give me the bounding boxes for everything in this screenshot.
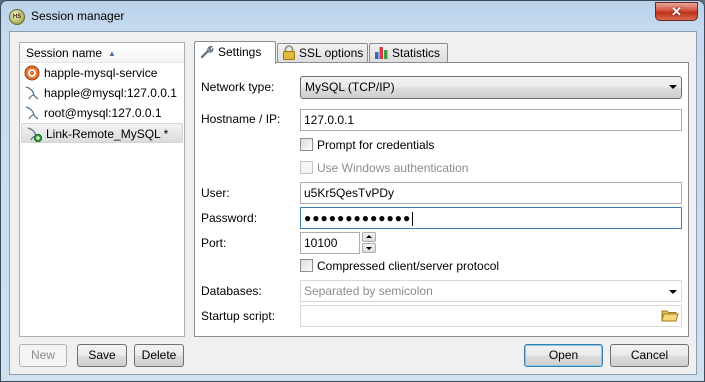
session-manager-window: HS Session manager ✕ Session name ▲ happl…: [0, 0, 705, 382]
mysql-dolphin-new-icon: [26, 126, 43, 142]
checkbox-box: [300, 138, 313, 152]
session-list-header[interactable]: Session name ▲: [20, 43, 184, 63]
startup-script-label: Startup script:: [201, 309, 276, 323]
settings-panel: Network type: MySQL (TCP/IP) Hostname / …: [194, 62, 689, 337]
session-item[interactable]: root@mysql:127.0.0.1: [20, 103, 184, 123]
dialog-client-area: Session name ▲ happle-mysql-service happl…: [9, 31, 697, 375]
open-button[interactable]: Open: [524, 344, 603, 367]
title-bar[interactable]: HS Session manager ✕: [1, 1, 704, 32]
hostname-input[interactable]: 127.0.0.1: [300, 109, 682, 131]
port-label: Port:: [201, 236, 227, 250]
compressed-protocol-checkbox[interactable]: Compressed client/server protocol: [300, 258, 499, 274]
window-title: Session manager: [31, 9, 125, 23]
tab-statistics-label: Statistics: [392, 46, 441, 60]
wrench-icon: [200, 45, 214, 59]
close-button[interactable]: ✕: [655, 2, 698, 21]
compressed-protocol-label: Compressed client/server protocol: [317, 259, 500, 273]
chevron-down-icon[interactable]: [669, 290, 677, 294]
prompt-credentials-checkbox[interactable]: Prompt for credentials: [300, 137, 434, 153]
lock-icon: [283, 45, 295, 61]
app-icon: HS: [9, 9, 25, 25]
tab-statistics[interactable]: Statistics: [369, 43, 448, 63]
session-list[interactable]: Session name ▲ happle-mysql-service happl…: [19, 42, 185, 337]
password-label: Password:: [201, 211, 258, 225]
folder-open-icon[interactable]: [661, 308, 679, 323]
session-item-label: root@mysql:127.0.0.1: [44, 106, 162, 120]
hostname-label: Hostname / IP:: [201, 112, 281, 126]
session-item[interactable]: happle@mysql:127.0.0.1: [20, 83, 184, 103]
chevron-down-icon: [669, 85, 677, 89]
windows-auth-checkbox[interactable]: Use Windows authentication: [300, 160, 468, 176]
port-input[interactable]: 10100: [300, 232, 360, 254]
session-item-label: happle-mysql-service: [44, 66, 158, 80]
user-label: User:: [201, 186, 230, 200]
close-icon: ✕: [671, 4, 682, 19]
network-type-select[interactable]: MySQL (TCP/IP): [300, 76, 682, 99]
databases-placeholder: Separated by semicolon: [304, 284, 433, 298]
windows-auth-label: Use Windows authentication: [317, 161, 469, 175]
session-item-label: Link-Remote_MySQL *: [46, 127, 169, 141]
checkbox-box: [300, 161, 313, 175]
session-name-column-header: Session name: [26, 46, 103, 60]
port-decrement-button[interactable]: [362, 243, 376, 253]
bar-chart-icon: [375, 47, 388, 60]
text-caret: [412, 211, 414, 226]
save-button[interactable]: Save: [77, 344, 127, 367]
checkbox-box: [300, 259, 313, 273]
startup-script-input[interactable]: [300, 305, 682, 327]
sort-ascending-icon: ▲: [108, 49, 116, 58]
cancel-button[interactable]: Cancel: [610, 344, 689, 367]
port-stepper: [362, 232, 376, 254]
pg-elephant-icon: [24, 65, 40, 81]
user-input[interactable]: u5Kr5QesTvPDy: [300, 182, 682, 204]
tab-ssl-options[interactable]: SSL options: [277, 43, 368, 63]
tab-settings[interactable]: Settings: [194, 41, 276, 64]
prompt-credentials-label: Prompt for credentials: [317, 138, 435, 152]
databases-input[interactable]: Separated by semicolon: [300, 280, 682, 302]
tab-ssl-options-label: SSL options: [299, 46, 364, 60]
password-value: ●●●●●●●●●●●●●: [304, 211, 412, 225]
databases-label: Databases:: [201, 284, 262, 298]
delete-button[interactable]: Delete: [134, 344, 184, 367]
mysql-dolphin-icon: [24, 105, 40, 121]
password-input[interactable]: ●●●●●●●●●●●●●: [300, 207, 682, 229]
new-button[interactable]: New: [19, 344, 67, 367]
session-item-selected[interactable]: Link-Remote_MySQL *: [21, 123, 183, 143]
mysql-dolphin-icon: [24, 85, 40, 101]
session-item-label: happle@mysql:127.0.0.1: [44, 86, 177, 100]
session-item[interactable]: happle-mysql-service: [20, 63, 184, 83]
tab-settings-label: Settings: [218, 45, 262, 59]
network-type-label: Network type:: [201, 80, 275, 94]
network-type-value: MySQL (TCP/IP): [305, 80, 395, 94]
port-increment-button[interactable]: [362, 232, 376, 242]
